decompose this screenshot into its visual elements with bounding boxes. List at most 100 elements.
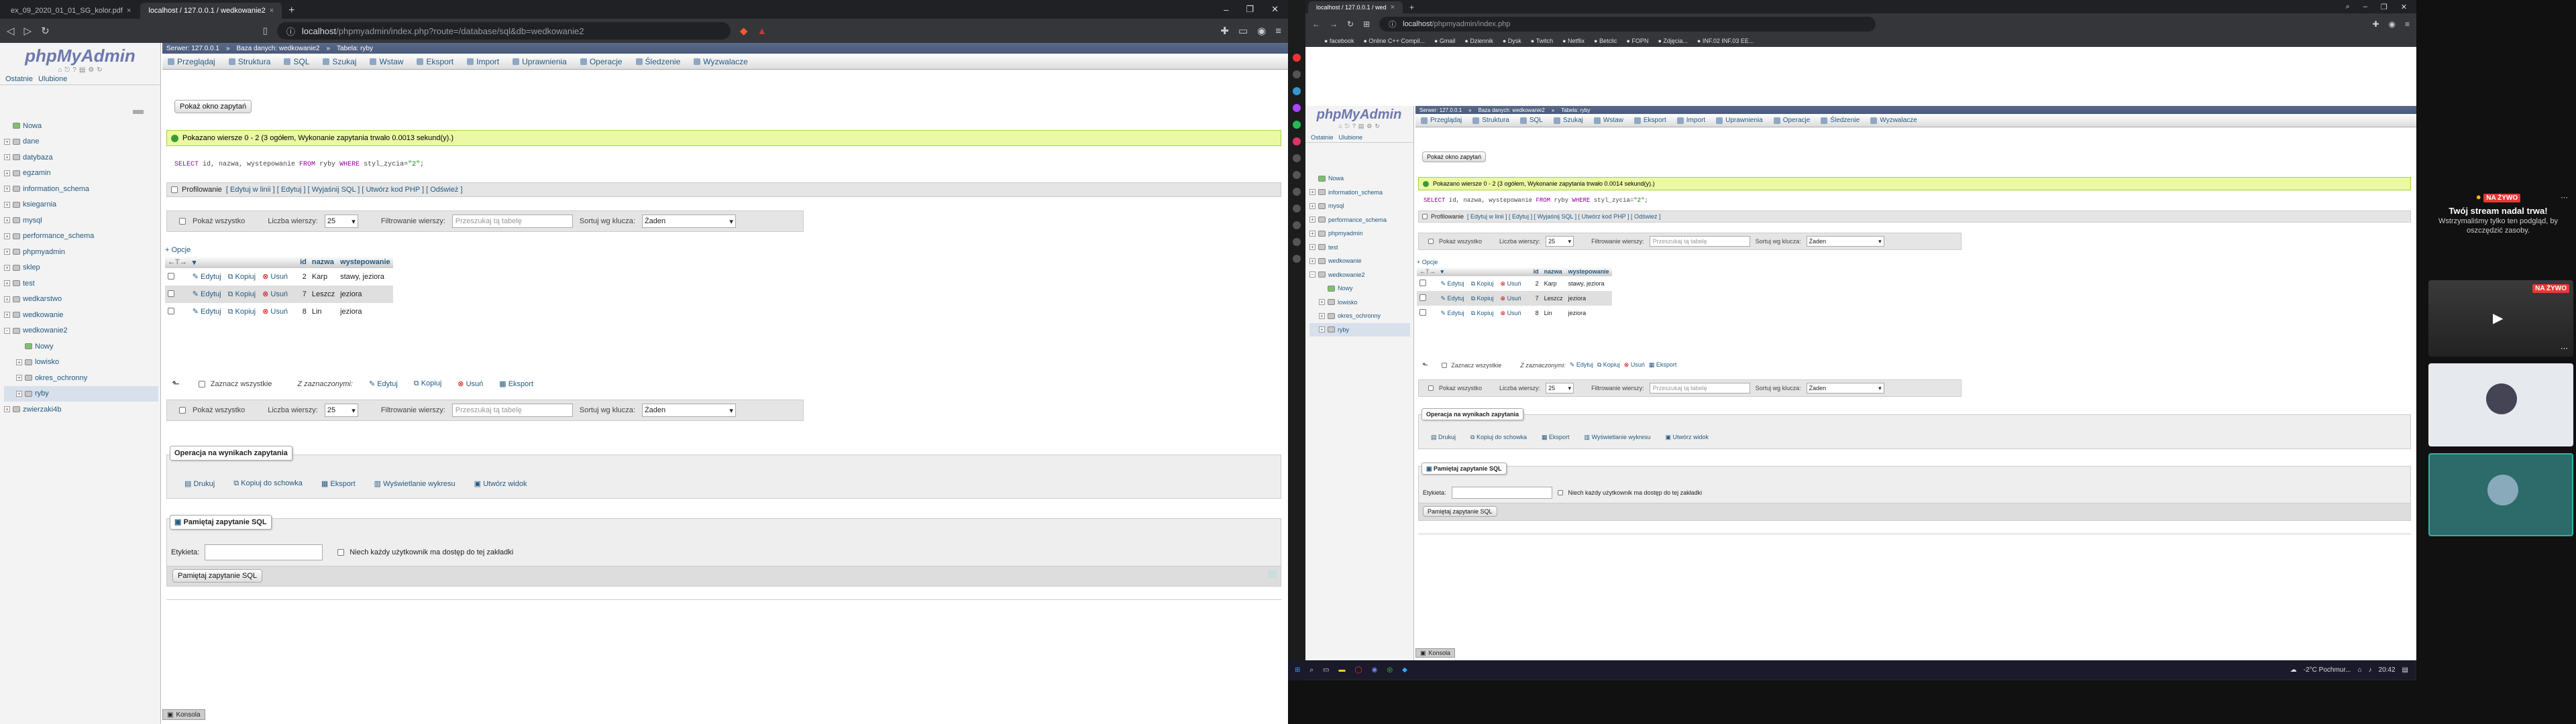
expand-icon[interactable]: +: [4, 217, 10, 224]
heart-icon[interactable]: [1293, 204, 1301, 213]
sort-icon[interactable]: ▾: [189, 256, 298, 268]
query-action-links[interactable]: [ Edytuj w linii ] [ Edytuj ] [ Wyjaśnij…: [1467, 213, 1661, 220]
settings-icon[interactable]: ⚙: [1366, 123, 1372, 130]
tab-favorites[interactable]: Ulubione: [38, 75, 67, 83]
row-checkbox[interactable]: [1419, 309, 1426, 316]
participant-tile[interactable]: [2428, 363, 2573, 446]
options-link[interactable]: + Opcje: [1417, 259, 1438, 265]
speed-dial-icon[interactable]: ⊞: [1363, 19, 1370, 29]
show-query-window-button[interactable]: Pokaż okno zapytań: [1422, 152, 1487, 162]
rows-select[interactable]: 25 ▾: [1546, 383, 1574, 394]
brave-shield-icon[interactable]: ◆: [740, 25, 748, 37]
tab-favorites[interactable]: Ulubione: [1339, 134, 1363, 141]
bulk-edit-button[interactable]: ✎ Edytuj: [369, 379, 398, 388]
breadcrumb-database[interactable]: Baza danych: wedkowanie2: [1479, 107, 1545, 113]
volume-icon[interactable]: ♪: [2369, 666, 2372, 674]
phpmyadmin-logo[interactable]: phpMyAdmin: [1305, 106, 1413, 123]
row-delete-button[interactable]: ⊗ Usuń: [1501, 295, 1521, 302]
home-icon[interactable]: [1293, 70, 1301, 78]
cube-icon[interactable]: [1293, 238, 1301, 246]
menu-tab[interactable]: Struktura: [228, 57, 270, 66]
expand-icon[interactable]: +: [4, 138, 10, 145]
expand-icon[interactable]: −: [4, 327, 10, 334]
tree-item[interactable]: + wedkowanie: [1309, 254, 1410, 268]
column-header[interactable]: nazwa: [1541, 267, 1566, 276]
tree-item[interactable]: + phpmyadmin: [4, 244, 158, 260]
reload-icon[interactable]: ↻: [1375, 123, 1380, 130]
tree-item[interactable]: + mysql: [1309, 199, 1410, 213]
expand-icon[interactable]: +: [4, 249, 10, 255]
show-all-checkbox[interactable]: [179, 218, 186, 225]
tab-phpmyadmin[interactable]: localhost / 127.0.0.1 / wedkowanie2 ×: [140, 3, 282, 19]
row-checkbox[interactable]: [1419, 294, 1426, 301]
row-edit-button[interactable]: ✎ Edytuj: [1441, 280, 1464, 287]
op-print[interactable]: ▤ Drukuj: [1431, 434, 1456, 441]
bookmark-label-input[interactable]: [205, 544, 323, 560]
show-query-window-button[interactable]: Pokaż okno zapytań: [174, 100, 252, 113]
opera-icon[interactable]: ◯: [1354, 666, 1362, 674]
console-toggle[interactable]: ▣ Konsola: [162, 709, 205, 720]
discord-icon[interactable]: ◉: [1372, 666, 1378, 674]
tree-item[interactable]: Nowa: [1309, 172, 1410, 186]
expand-icon[interactable]: +: [1309, 257, 1316, 264]
speed-dial-icon[interactable]: [1293, 87, 1301, 95]
show-all-checkbox[interactable]: [1428, 239, 1434, 244]
bookmark-item[interactable]: ● Dysk: [1503, 38, 1521, 44]
expand-icon[interactable]: +: [1319, 299, 1325, 306]
url-field[interactable]: ⓘ localhost/phpmyadmin/index.php: [1379, 17, 1876, 32]
reload-icon[interactable]: ↻: [1347, 19, 1354, 29]
bookmark-submit-button[interactable]: Pamiętaj zapytanie SQL: [172, 569, 263, 583]
tree-item[interactable]: + datybaza: [4, 149, 158, 166]
tree-item[interactable]: Nowa: [4, 118, 158, 134]
bulk-copy-button[interactable]: ⧉ Kopiuj: [1597, 361, 1620, 369]
site-info-icon[interactable]: ⓘ: [286, 25, 295, 38]
help-icon[interactable]: ?: [1352, 123, 1356, 130]
tab-recent[interactable]: Ostatnie: [1311, 134, 1334, 141]
tree-item[interactable]: + information_schema: [1309, 186, 1410, 200]
tree-item[interactable]: + egzamin: [4, 166, 158, 182]
sort-key-select[interactable]: Żaden ▾: [1806, 236, 1884, 247]
exit-icon[interactable]: ⎋: [1345, 123, 1350, 130]
menu-tab[interactable]: Szukaj: [323, 57, 356, 66]
expand-icon[interactable]: +: [4, 296, 10, 302]
tree-item[interactable]: + information_schema: [4, 181, 158, 197]
breadcrumb-table[interactable]: Tabela: ryby: [1561, 107, 1590, 113]
tree-item[interactable]: + zwierzaki4b: [4, 402, 158, 418]
menu-tab[interactable]: Przeglądaj: [168, 57, 215, 66]
rows-select[interactable]: 25 ▾: [1546, 236, 1574, 247]
op-print[interactable]: ▤ Drukuj: [184, 479, 215, 488]
row-copy-button[interactable]: ⧉ Kopiuj: [1471, 310, 1494, 316]
forward-icon[interactable]: ▷: [24, 25, 32, 37]
bookmark-item[interactable]: ● Online C++ Compil...: [1363, 38, 1424, 44]
bookmark-item[interactable]: ● Dziennik: [1464, 38, 1493, 44]
menu-icon[interactable]: ≡: [1275, 25, 1281, 37]
send-icon[interactable]: [1293, 188, 1301, 196]
sidebar-icon[interactable]: ▭: [1238, 25, 1248, 37]
player-icon[interactable]: [1293, 154, 1301, 162]
account-icon[interactable]: ◉: [2389, 19, 2396, 29]
share-bookmark-checkbox[interactable]: [1557, 490, 1563, 495]
expand-icon[interactable]: +: [4, 170, 10, 176]
close-icon[interactable]: ×: [270, 7, 274, 15]
tree-item[interactable]: + mysql: [4, 213, 158, 229]
minimize-icon[interactable]: –: [2363, 3, 2367, 11]
docs-icon[interactable]: ▤: [79, 66, 85, 74]
forward-icon[interactable]: →: [1330, 19, 1338, 29]
op-export[interactable]: ▦ Eksport: [321, 479, 356, 488]
row-checkbox[interactable]: [168, 290, 174, 297]
menu-tab[interactable]: Śledzenie: [635, 57, 680, 66]
maximize-icon[interactable]: ❐: [1246, 4, 1254, 15]
show-all-checkbox[interactable]: [1428, 385, 1434, 391]
back-icon[interactable]: ←: [1312, 19, 1320, 29]
extensions-icon[interactable]: ✚: [2372, 19, 2379, 29]
bulk-copy-button[interactable]: ⧉ Kopiuj: [414, 379, 442, 388]
tab-recent[interactable]: Ostatnie: [5, 75, 33, 83]
filter-rows-input[interactable]: Przeszukaj tą tabelę: [1649, 236, 1750, 247]
chrome-icon[interactable]: ◎: [1387, 666, 1393, 674]
op-chart[interactable]: ▥ Wyświetlanie wykresu: [1585, 434, 1651, 441]
bookmark-item[interactable]: ● Betclic: [1594, 38, 1617, 44]
history-icon[interactable]: [1293, 221, 1301, 229]
row-copy-button[interactable]: ⧉ Kopiuj: [1471, 280, 1494, 287]
breadcrumb-server[interactable]: Serwer: 127.0.0.1: [1419, 107, 1462, 113]
expand-icon[interactable]: +: [1319, 312, 1325, 319]
